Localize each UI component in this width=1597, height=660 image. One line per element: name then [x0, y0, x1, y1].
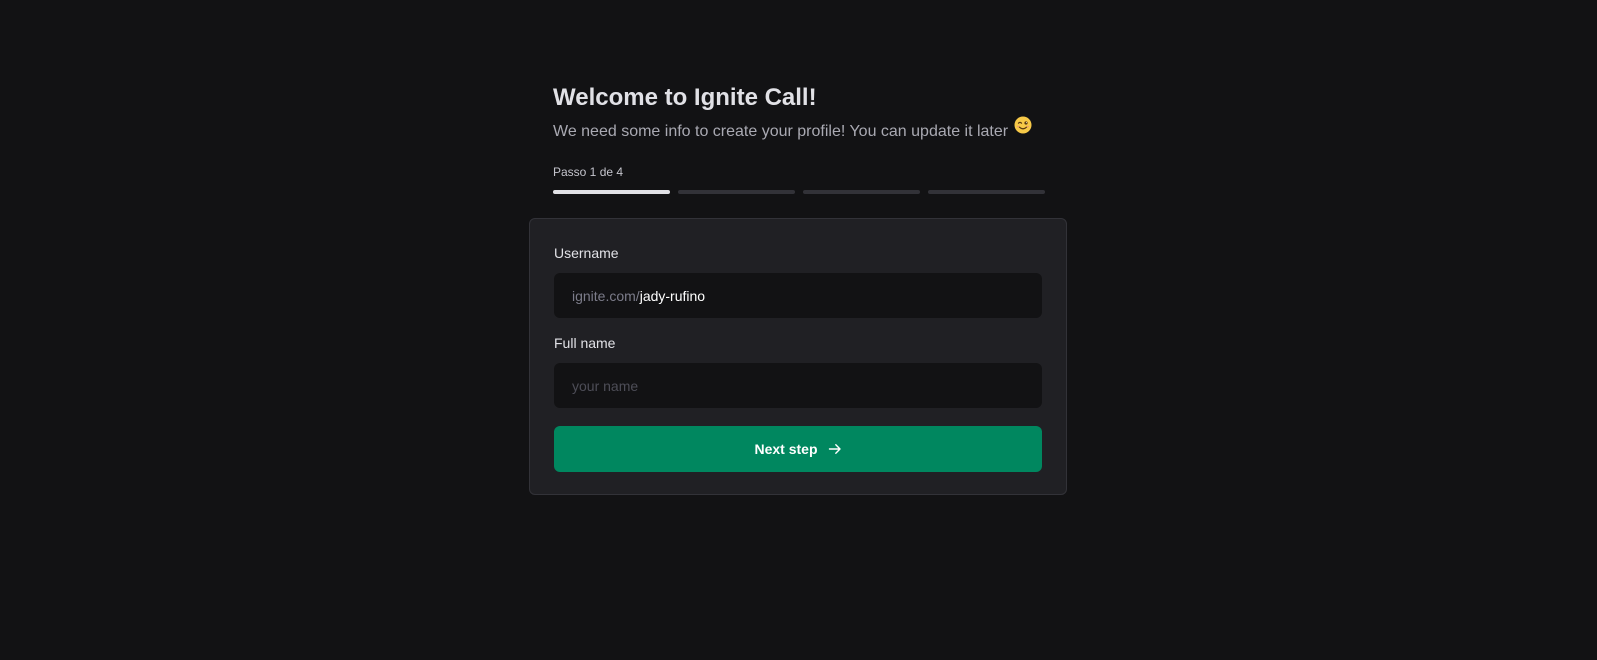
step-indicator-3 [803, 190, 920, 195]
subtitle-text: We need some info to create your profile… [553, 123, 1009, 141]
register-form: Username ignite.com/jady-rufino Full nam… [529, 218, 1067, 495]
next-step-label: Next step [754, 441, 818, 457]
winking-face-emoji-icon [1014, 116, 1032, 144]
username-prefix: ignite.com/ [572, 287, 640, 304]
fullname-placeholder: your name [572, 377, 639, 394]
page: Welcome to Ignite Call! We need some inf… [0, 0, 1597, 660]
fullname-label: Full name [554, 335, 616, 351]
username-label: Username [554, 245, 619, 261]
step-indicator-1 [553, 190, 670, 195]
arrow-right-icon [828, 442, 842, 456]
step-label: Passo 1 de 4 [553, 165, 624, 180]
next-step-button[interactable]: Next step [554, 426, 1042, 472]
username-field[interactable]: ignite.com/jady-rufino [554, 273, 1042, 318]
fullname-field[interactable]: your name [554, 363, 1042, 408]
header: Welcome to Ignite Call! We need some inf… [553, 80, 1045, 195]
step-progress [553, 190, 1045, 195]
page-subtitle: We need some info to create your profile… [553, 116, 1045, 146]
step-indicator-4 [928, 190, 1045, 195]
step-indicator-2 [678, 190, 795, 195]
page-title: Welcome to Ignite Call! [553, 84, 817, 111]
username-value: jady-rufino [639, 287, 706, 304]
